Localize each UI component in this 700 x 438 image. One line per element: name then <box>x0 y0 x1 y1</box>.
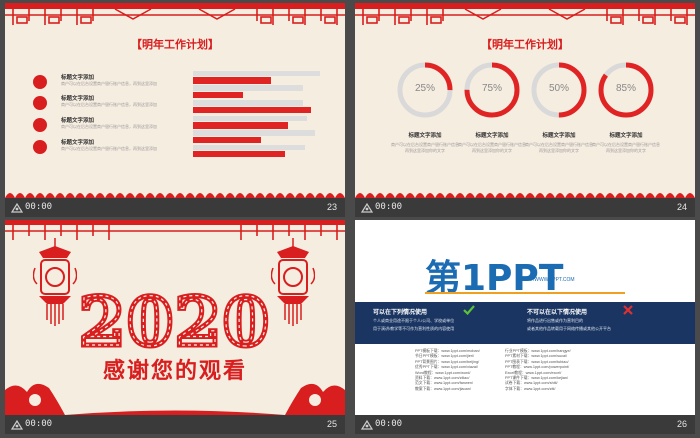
bullet-icon <box>33 96 47 110</box>
ring-label: 85% <box>615 83 636 94</box>
papercut-bottom-border <box>355 193 695 198</box>
slide-number: 23 <box>326 202 337 212</box>
list-item: 标题文字添加 商户可以在后台设置商户银行账户信息，再到这里添加 <box>33 138 183 162</box>
slide-title: 【明年工作计划】 <box>131 39 219 51</box>
column-desc: 商户可以在后台设置商户银行账户信息再到这里添加你的文字 <box>458 142 526 153</box>
bullet-icon <box>33 140 47 154</box>
slide-meta-bar: 00:00 24 <box>355 198 695 217</box>
info-column: 标题文字添加 商户可以在后台设置商户银行账户信息再到这里添加你的文字 <box>591 131 661 154</box>
progress-ring: 85% <box>596 60 656 120</box>
cannot-use-title: 不可以在以下情况使用 <box>527 310 588 316</box>
slide-meta-bar: 00:00 26 <box>355 415 695 434</box>
slide-timing: 00:00 <box>375 419 403 429</box>
usage-band: 可以在下列情况使用 个人或商业用途不限于个人/公司、学校或单位 用于演讲/教学等… <box>355 302 695 344</box>
item-title: 标题文字添加 <box>61 118 95 124</box>
can-use-line: 个人或商业用途不限于个人/公司、学校或单位 <box>373 318 455 323</box>
bullet-icon <box>33 75 47 89</box>
slide-meta-bar: 00:00 25 <box>5 415 345 434</box>
links-left: PPT模板下载：www.1ppt.com/moban/ 节日PPT模板：www.… <box>415 349 480 392</box>
progress-ring: 75% <box>462 60 522 120</box>
link-item[interactable]: 字体下载：www.1ppt.com/ziti/ <box>505 387 571 392</box>
list-item: 标题文字添加 商户可以在后台设置商户银行账户信息，再到这里添加 <box>33 116 183 140</box>
slide-number: 26 <box>676 419 687 429</box>
item-desc: 商户可以在后台设置商户银行账户信息，再到这里添加 <box>61 102 157 107</box>
slide-title: 【明年工作计划】 <box>481 39 569 51</box>
item-desc: 商户可以在后台设置商户银行账户信息，再到这里添加 <box>61 124 157 129</box>
slide-25: 2020 2020 感谢您的观看 <box>5 220 345 415</box>
link-item[interactable]: 教案下载：www.1ppt.com/jiaoan/ <box>415 387 480 392</box>
transition-icon <box>361 419 373 430</box>
list-item: 标题文字添加 商户可以在后台设置商户银行账户信息，再到这里添加 <box>33 94 183 118</box>
column-title: 标题文字添加 <box>408 133 442 139</box>
ring-label: 75% <box>481 83 502 94</box>
column-desc: 商户可以在后台设置商户银行账户信息再到这里添加你的文字 <box>525 142 593 153</box>
slide-timing: 00:00 <box>25 419 53 429</box>
column-desc: 商户可以在后台设置商户银行账户信息再到这里添加你的文字 <box>592 142 660 153</box>
progress-ring: 25% <box>395 60 455 120</box>
links-right: 行业PPT模板：www.1ppt.com/hangye/ PPT素材下载：www… <box>505 349 571 392</box>
cannot-use-line: 将作品进行出售或作为营利目的 <box>527 318 583 323</box>
transition-icon <box>11 419 23 430</box>
transition-icon <box>11 202 23 213</box>
papercut-top-border <box>5 3 345 25</box>
bullet-icon <box>33 118 47 132</box>
item-title: 标题文字添加 <box>61 75 95 81</box>
bar-graphic <box>193 71 320 157</box>
item-desc: 商户可以在后台设置商户银行账户信息，再到这里添加 <box>61 146 157 151</box>
link-item[interactable]: 优秀PPT下载：www.1ppt.com/xiazai/ <box>415 365 480 370</box>
year-text-pattern: 2020 <box>79 283 271 361</box>
slide-timing: 00:00 <box>25 202 53 212</box>
column-title: 标题文字添加 <box>542 133 576 139</box>
slide-23: 【明年工作计划】 标题文字添加 商户可以在后台设置商户银行账户信息，再到这里添加… <box>5 3 345 198</box>
slide-thumbnail-26[interactable]: 第1PPT HTTP://WWW.1PPT.COM 可以在下列情况使用 个人或商… <box>355 220 695 434</box>
slide-timing: 00:00 <box>375 202 403 212</box>
slide-number: 25 <box>326 419 337 429</box>
logo-url: HTTP://WWW.1PPT.COM <box>517 277 575 283</box>
item-title: 标题文字添加 <box>61 96 95 102</box>
slide-thumbnail-24[interactable]: 【明年工作计划】 25% 75% 50% 85% 标题文字添加 商户可以在后台设… <box>355 3 695 217</box>
link-item[interactable]: PPT教程：www.1ppt.com/powerpoint/ <box>505 365 571 370</box>
transition-icon <box>361 202 373 213</box>
papercut-top-border <box>355 3 695 25</box>
column-title: 标题文字添加 <box>475 133 509 139</box>
ring-label: 50% <box>548 83 569 94</box>
info-column: 标题文字添加 商户可以在后台设置商户银行账户信息再到这里添加你的文字 <box>524 131 594 154</box>
papercut-bottom-decor <box>5 383 345 415</box>
slide-meta-bar: 00:00 23 <box>5 198 345 217</box>
slide-thumbnail-25[interactable]: 2020 2020 感谢您的观看 00:00 25 <box>5 220 345 434</box>
column-title: 标题文字添加 <box>609 133 643 139</box>
check-icon <box>463 305 475 315</box>
slide-thumbnail-23[interactable]: 【明年工作计划】 标题文字添加 商户可以在后台设置商户银行账户信息，再到这里添加… <box>5 3 345 217</box>
ring-label: 25% <box>414 83 435 94</box>
item-desc: 商户可以在后台设置商户银行账户信息，再到这里添加 <box>61 81 157 86</box>
cannot-use-line: 或者其他作品转载用于网络传播或其他公开平台 <box>527 326 611 331</box>
column-desc: 商户可以在后台设置商户银行账户信息再到这里添加你的文字 <box>391 142 459 153</box>
info-column: 标题文字添加 商户可以在后台设置商户银行账户信息再到这里添加你的文字 <box>457 131 527 154</box>
progress-ring: 50% <box>529 60 589 120</box>
item-title: 标题文字添加 <box>61 140 95 146</box>
can-use-line: 用于演讲/教学等不可作为营利性质的内容使用 <box>373 326 455 331</box>
slide-26: 第1PPT HTTP://WWW.1PPT.COM 可以在下列情况使用 个人或商… <box>355 220 695 415</box>
slide-24: 【明年工作计划】 25% 75% 50% 85% 标题文字添加 商户可以在后台设… <box>355 3 695 198</box>
can-use-title: 可以在下列情况使用 <box>373 310 428 316</box>
info-column: 标题文字添加 商户可以在后台设置商户银行账户信息再到这里添加你的文字 <box>390 131 460 154</box>
papercut-bottom-border <box>5 193 345 198</box>
slide-number: 24 <box>676 202 687 212</box>
cross-icon <box>623 305 633 315</box>
